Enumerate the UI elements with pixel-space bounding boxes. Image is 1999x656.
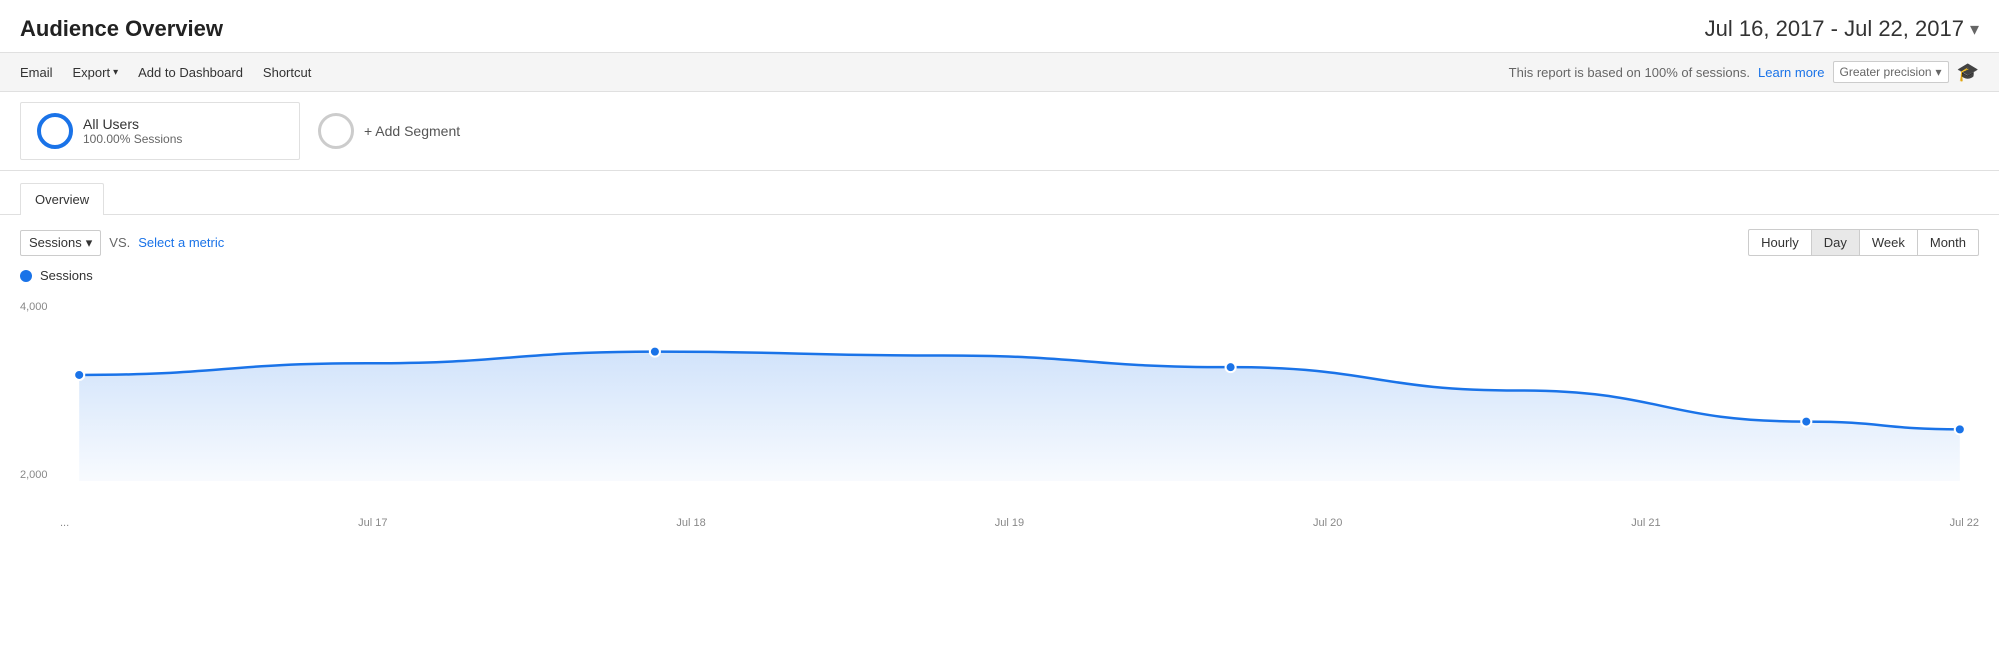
x-label-jul20: Jul 20 <box>1313 517 1342 529</box>
header-bar: Audience Overview Jul 16, 2017 - Jul 22,… <box>0 0 1999 52</box>
segment-text: All Users 100.00% Sessions <box>83 116 182 146</box>
x-label-jul21: Jul 21 <box>1631 517 1660 529</box>
page-title: Audience Overview <box>20 16 223 42</box>
date-range-chevron[interactable]: ▾ <box>1970 19 1979 40</box>
report-info-text: This report is based on 100% of sessions… <box>1509 65 1750 80</box>
x-label-jul17: Jul 17 <box>358 517 387 529</box>
export-button[interactable]: Export ▾ <box>73 65 119 80</box>
precision-label: Greater precision <box>1840 65 1932 79</box>
learn-more-link[interactable]: Learn more <box>1758 65 1824 80</box>
chart-controls: Sessions ▾ VS. Select a metric Hourly Da… <box>0 215 1999 264</box>
active-segment[interactable]: All Users 100.00% Sessions <box>20 102 300 160</box>
segment-sessions: 100.00% Sessions <box>83 132 182 146</box>
legend-label: Sessions <box>40 268 93 283</box>
chart-area: 4,000 2,000 ... Jul 17 Jul 18 Jul 19 Jul… <box>0 291 1999 529</box>
time-btn-hourly[interactable]: Hourly <box>1748 229 1812 256</box>
x-label-dots: ... <box>60 517 69 529</box>
legend-dot <box>20 270 32 282</box>
toolbar: Email Export ▾ Add to Dashboard Shortcut… <box>0 52 1999 92</box>
segment-circle-inactive <box>318 113 354 149</box>
segment-circle-active <box>37 113 73 149</box>
add-segment-label: + Add Segment <box>364 123 460 139</box>
x-label-jul18: Jul 18 <box>676 517 705 529</box>
date-range-text: Jul 16, 2017 - Jul 22, 2017 <box>1705 16 1964 42</box>
add-dashboard-button[interactable]: Add to Dashboard <box>138 65 243 80</box>
toolbar-left: Email Export ▾ Add to Dashboard Shortcut <box>20 65 311 80</box>
chart-container: 4,000 2,000 <box>20 291 1979 511</box>
precision-arrow: ▾ <box>1936 65 1942 79</box>
toolbar-right: This report is based on 100% of sessions… <box>1509 61 1979 83</box>
overview-tab[interactable]: Overview <box>20 183 104 215</box>
date-range[interactable]: Jul 16, 2017 - Jul 22, 2017 ▾ <box>1705 16 1979 42</box>
export-arrow: ▾ <box>113 67 118 78</box>
y-label-2000: 2,000 <box>20 469 60 481</box>
add-segment-button[interactable]: + Add Segment <box>302 102 476 160</box>
segments-bar: All Users 100.00% Sessions + Add Segment <box>0 92 1999 171</box>
metric-label: Sessions <box>29 235 82 250</box>
precision-dropdown[interactable]: Greater precision ▾ <box>1833 61 1949 83</box>
select-metric-link[interactable]: Select a metric <box>138 235 224 250</box>
metric-arrow: ▾ <box>86 235 93 251</box>
vs-label: VS. <box>109 235 130 250</box>
line-chart <box>60 291 1979 481</box>
y-label-4000: 4,000 <box>20 301 60 313</box>
hat-icon[interactable]: 🎓 <box>1957 62 1979 83</box>
segment-name: All Users <box>83 116 182 132</box>
x-label-jul22: Jul 22 <box>1950 517 1979 529</box>
time-btn-day[interactable]: Day <box>1812 229 1860 256</box>
shortcut-button[interactable]: Shortcut <box>263 65 311 80</box>
email-button[interactable]: Email <box>20 65 53 80</box>
time-btn-month[interactable]: Month <box>1918 229 1979 256</box>
x-label-jul19: Jul 19 <box>995 517 1024 529</box>
chart-legend: Sessions <box>0 264 1999 291</box>
x-axis: ... Jul 17 Jul 18 Jul 19 Jul 20 Jul 21 J… <box>20 511 1979 529</box>
overview-tab-bar: Overview <box>0 171 1999 215</box>
time-btn-week[interactable]: Week <box>1860 229 1918 256</box>
metric-dropdown[interactable]: Sessions ▾ <box>20 230 101 256</box>
metric-selector: Sessions ▾ VS. Select a metric <box>20 230 224 256</box>
time-buttons: Hourly Day Week Month <box>1748 229 1979 256</box>
